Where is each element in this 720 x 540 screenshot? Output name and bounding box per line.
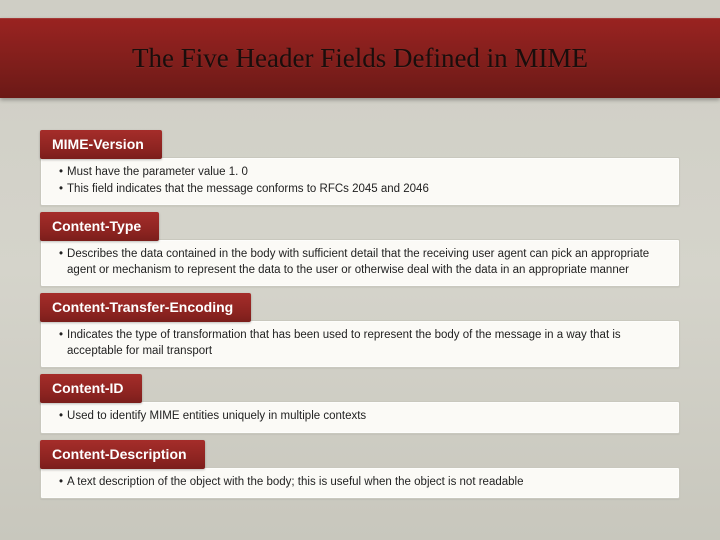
section-body: •Indicates the type of transformation th… <box>40 320 680 368</box>
bullet-dot-icon: • <box>59 165 63 181</box>
section-mime-version: MIME-Version •Must have the parameter va… <box>40 130 680 206</box>
bullet-text: Indicates the type of transformation tha… <box>67 328 665 359</box>
section-content-type: Content-Type •Describes the data contain… <box>40 212 680 287</box>
section-content-id: Content-ID •Used to identify MIME entiti… <box>40 374 680 434</box>
bullet-dot-icon: • <box>59 182 63 198</box>
section-heading: Content-Transfer-Encoding <box>40 293 251 322</box>
section-body: •Must have the parameter value 1. 0 •Thi… <box>40 157 680 206</box>
section-heading: Content-ID <box>40 374 142 403</box>
bullet-item: •Describes the data contained in the bod… <box>59 247 665 278</box>
bullet-item: •Indicates the type of transformation th… <box>59 328 665 359</box>
bullet-text: Used to identify MIME entities uniquely … <box>67 409 665 425</box>
title-band: The Five Header Fields Defined in MIME <box>0 18 720 98</box>
slide-title: The Five Header Fields Defined in MIME <box>132 43 588 74</box>
bullet-text: This field indicates that the message co… <box>67 182 665 198</box>
bullet-dot-icon: • <box>59 409 63 425</box>
section-body: •Describes the data contained in the bod… <box>40 239 680 287</box>
section-heading: Content-Type <box>40 212 159 241</box>
bullet-item: •Used to identify MIME entities uniquely… <box>59 409 665 425</box>
section-body: •A text description of the object with t… <box>40 467 680 500</box>
bullet-item: •Must have the parameter value 1. 0 <box>59 165 665 181</box>
section-content-description: Content-Description •A text description … <box>40 440 680 500</box>
content-area: MIME-Version •Must have the parameter va… <box>40 130 680 530</box>
bullet-dot-icon: • <box>59 247 63 278</box>
section-content-transfer-encoding: Content-Transfer-Encoding •Indicates the… <box>40 293 680 368</box>
bullet-text: Must have the parameter value 1. 0 <box>67 165 665 181</box>
section-body: •Used to identify MIME entities uniquely… <box>40 401 680 434</box>
bullet-dot-icon: • <box>59 328 63 359</box>
bullet-item: •This field indicates that the message c… <box>59 182 665 198</box>
bullet-text: A text description of the object with th… <box>67 475 665 491</box>
section-heading: MIME-Version <box>40 130 162 159</box>
bullet-item: •A text description of the object with t… <box>59 475 665 491</box>
bullet-text: Describes the data contained in the body… <box>67 247 665 278</box>
bullet-dot-icon: • <box>59 475 63 491</box>
section-heading: Content-Description <box>40 440 205 469</box>
slide: The Five Header Fields Defined in MIME M… <box>0 0 720 540</box>
